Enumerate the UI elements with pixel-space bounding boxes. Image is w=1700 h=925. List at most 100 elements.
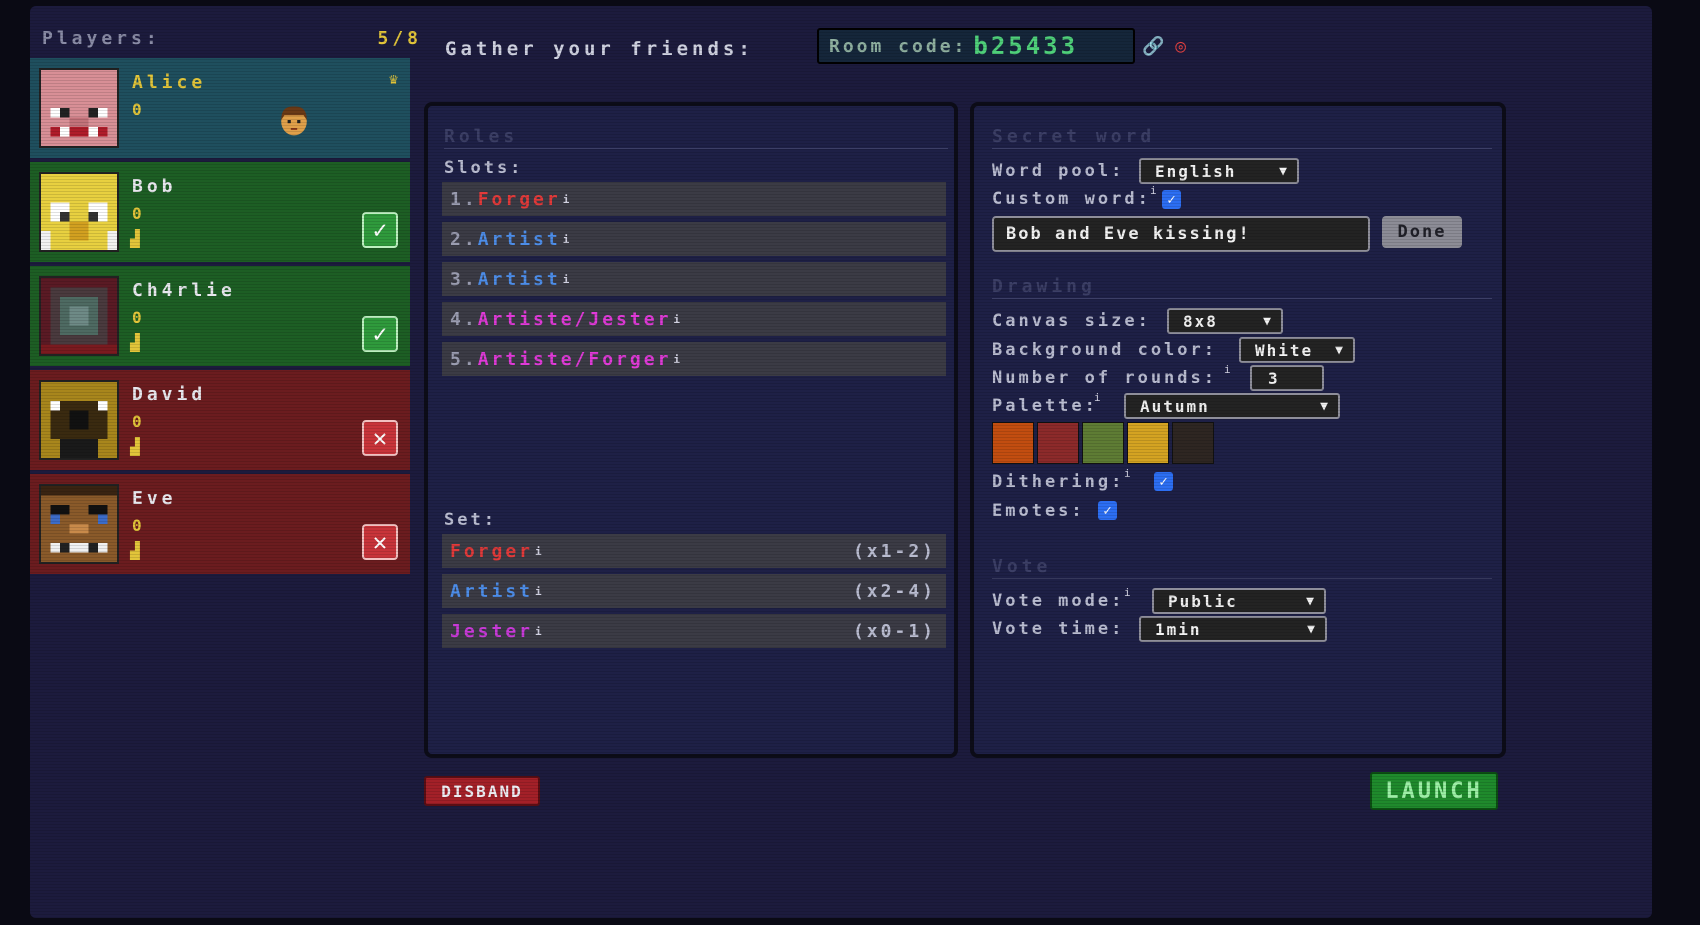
player-score: 0 <box>132 100 142 119</box>
palette-select[interactable]: Autumn ▼ <box>1124 393 1340 419</box>
player-name: Eve <box>132 488 177 509</box>
chevron-down-icon: ▼ <box>1320 398 1330 414</box>
background-color-select[interactable]: White ▼ <box>1239 337 1355 363</box>
slot-role: Artist <box>477 228 561 250</box>
rounds-input[interactable]: 3 <box>1250 365 1324 391</box>
player-name: Ch4rlie <box>132 280 236 301</box>
boot-icon: ▟ <box>130 333 140 352</box>
custom-word-label: Custom word: <box>992 189 1151 209</box>
crown-icon: ♛ <box>388 70 398 88</box>
set-item[interactable]: Artist i (x2-4) <box>442 574 946 608</box>
info-icon[interactable]: i <box>1124 467 1131 480</box>
player-card-alice[interactable]: Alice 0 ♛ <box>30 58 410 158</box>
info-icon[interactable]: i <box>673 353 683 366</box>
emotes-label: Emotes: <box>992 501 1085 521</box>
player-card-bob[interactable]: Bob 0 ▟ ✓ <box>30 162 410 262</box>
slot-role: Artiste/Forger <box>477 348 672 370</box>
slot-item[interactable]: 1. Forger i <box>442 182 946 216</box>
dithering-label: Dithering: <box>992 472 1125 492</box>
slot-item[interactable]: 2. Artist i <box>442 222 946 256</box>
palette-swatch[interactable] <box>1172 422 1214 464</box>
set-range: (x1-2) <box>852 540 936 562</box>
info-icon[interactable]: i <box>563 193 573 206</box>
set-role: Artist <box>450 580 534 602</box>
slots-label: Slots: <box>444 158 524 178</box>
room-code-actions: 🔗 ◎ <box>1142 36 1186 57</box>
ready-check-icon: ✓ <box>362 316 398 352</box>
palette-label: Palette: <box>992 396 1098 416</box>
info-icon[interactable]: i <box>563 273 573 286</box>
chevron-down-icon: ▼ <box>1263 313 1273 329</box>
info-icon[interactable]: i <box>535 545 545 558</box>
player-list: Alice 0 ♛ Bob 0 ▟ ✓ Ch4rlie 0 ▟ ✓ David … <box>30 58 410 578</box>
custom-word-checkbox[interactable]: ✓ <box>1162 190 1181 209</box>
not-ready-x-icon: ✕ <box>362 420 398 456</box>
secret-word-divider <box>992 148 1492 149</box>
slot-role: Artiste/Jester <box>477 308 672 330</box>
dithering-checkbox[interactable]: ✓ <box>1154 472 1173 491</box>
slot-item[interactable]: 5. Artiste/Forger i <box>442 342 946 376</box>
palette-swatch[interactable] <box>1037 422 1079 464</box>
vote-time-select[interactable]: 1min ▼ <box>1139 616 1327 642</box>
palette-swatch[interactable] <box>1127 422 1169 464</box>
palette-swatch[interactable] <box>1082 422 1124 464</box>
set-range: (x2-4) <box>852 580 936 602</box>
link-icon[interactable]: 🔗 <box>1142 36 1164 57</box>
avatar <box>39 380 119 460</box>
vote-divider <box>992 578 1492 579</box>
palette-swatch[interactable] <box>992 422 1034 464</box>
gather-friends-label: Gather your friends: <box>445 38 754 60</box>
set-item[interactable]: Forger i (x1-2) <box>442 534 946 568</box>
player-score: 0 <box>132 308 142 327</box>
set-role: Jester <box>450 620 534 642</box>
chevron-down-icon: ▼ <box>1306 593 1316 609</box>
avatar <box>39 276 119 356</box>
player-card-ch4rlie[interactable]: Ch4rlie 0 ▟ ✓ <box>30 266 410 366</box>
slot-item[interactable]: 4. Artiste/Jester i <box>442 302 946 336</box>
not-ready-x-icon: ✕ <box>362 524 398 560</box>
room-code-label: Room code: <box>829 35 968 57</box>
info-icon[interactable]: i <box>673 313 683 326</box>
vote-time-value: 1min <box>1155 619 1202 639</box>
custom-word-input[interactable]: Bob and Eve kissing! <box>992 216 1370 252</box>
slot-number: 4. <box>450 308 478 330</box>
slot-item[interactable]: 3. Artist i <box>442 262 946 296</box>
disband-button[interactable]: DISBAND <box>424 776 540 806</box>
info-icon[interactable]: i <box>1224 363 1231 376</box>
word-pool-select[interactable]: English ▼ <box>1139 158 1299 184</box>
info-icon[interactable]: i <box>535 625 545 638</box>
set-range: (x0-1) <box>852 620 936 642</box>
vote-mode-value: Public <box>1168 591 1238 611</box>
hide-eye-icon[interactable]: ◎ <box>1175 36 1186 57</box>
players-header: Players: 5/8 <box>42 24 422 52</box>
done-button[interactable]: Done <box>1382 216 1462 248</box>
vote-mode-select[interactable]: Public ▼ <box>1152 588 1326 614</box>
canvas-size-select[interactable]: 8x8 ▼ <box>1167 308 1283 334</box>
player-name: Alice <box>132 72 207 93</box>
info-icon[interactable]: i <box>535 585 545 598</box>
boot-icon: ▟ <box>130 541 140 560</box>
player-name: David <box>132 384 207 405</box>
settings-panel: Secret word Word pool: English ▼ Custom w… <box>970 102 1506 758</box>
info-icon[interactable]: i <box>563 233 573 246</box>
drawing-title: Drawing <box>992 276 1096 297</box>
player-name: Bob <box>132 176 177 197</box>
player-card-eve[interactable]: Eve 0 ▟ ✕ <box>30 474 410 574</box>
background-color-label: Background color: <box>992 340 1217 360</box>
set-item[interactable]: Jester i (x0-1) <box>442 614 946 648</box>
info-icon[interactable]: i <box>1124 586 1131 599</box>
info-icon[interactable]: i <box>1094 391 1101 404</box>
slot-number: 1. <box>450 188 478 210</box>
rounds-label: Number of rounds: <box>992 368 1217 388</box>
player-score: 0 <box>132 412 142 431</box>
players-count: 5/8 <box>377 27 422 49</box>
palette-value: Autumn <box>1140 396 1210 416</box>
player-card-david[interactable]: David 0 ▟ ✕ <box>30 370 410 470</box>
info-icon[interactable]: i <box>1150 184 1157 197</box>
emotes-checkbox[interactable]: ✓ <box>1098 501 1117 520</box>
vote-time-label: Vote time: <box>992 619 1125 639</box>
room-code-box[interactable]: Room code: b25433 <box>817 28 1135 64</box>
launch-button[interactable]: LAUNCH <box>1370 772 1498 810</box>
background-color-value: White <box>1255 340 1314 360</box>
set-role: Forger <box>450 540 534 562</box>
